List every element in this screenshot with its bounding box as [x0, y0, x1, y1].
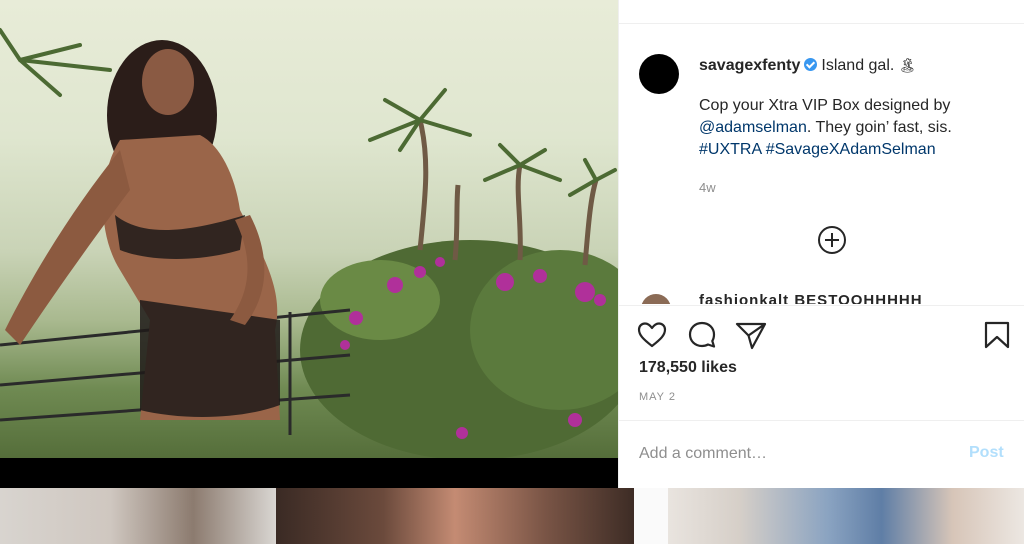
caption-line-2-rest: . They goin’ fast, sis.	[806, 119, 952, 136]
panel-header-area	[619, 0, 1024, 24]
comment-input[interactable]	[639, 442, 939, 466]
likes-count[interactable]: 178,550 likes	[639, 359, 737, 377]
more-posts-grid	[0, 488, 1024, 544]
hashtag-link-savagexadamselman[interactable]: #SavageXAdamSelman	[766, 141, 936, 158]
post-photo-art	[0, 28, 618, 458]
avatar[interactable]	[639, 54, 679, 94]
mention-link[interactable]: @adamselman	[699, 119, 807, 136]
bookmark-icon[interactable]	[983, 320, 1011, 350]
grid-thumbnail[interactable]	[276, 488, 634, 544]
island-emoji-icon: 🏝	[898, 57, 917, 73]
add-circle-icon[interactable]	[818, 226, 846, 254]
instagram-post-view: savagexfenty Island gal. 🏝 Cop your Xtra V…	[0, 0, 1024, 544]
hashtag-link-uxtra[interactable]: #UXTRA	[699, 141, 761, 158]
grid-thumbnail[interactable]	[668, 488, 1024, 544]
heart-icon[interactable]	[637, 320, 667, 350]
grid-thumbnail[interactable]	[0, 488, 276, 544]
divider	[619, 305, 1024, 306]
post-time-ago[interactable]: 4w	[699, 180, 716, 195]
post-date[interactable]: MAY 2	[639, 391, 676, 403]
photo-letterbox	[0, 458, 618, 488]
caption-line-3: #UXTRA #SavageXAdamSelman	[699, 139, 999, 161]
username-link[interactable]: savagexfenty	[699, 57, 800, 74]
post-comment-button[interactable]: Post	[969, 444, 1004, 462]
caption-gap	[699, 77, 999, 95]
caption-line-1: Cop your Xtra VIP Box designed by	[699, 97, 951, 114]
comment-avatar[interactable]	[641, 294, 671, 304]
post-photo[interactable]	[0, 0, 618, 458]
verified-badge-icon	[804, 58, 818, 71]
share-paper-plane-icon[interactable]	[735, 320, 767, 350]
caption-intro: Island gal.	[821, 57, 895, 74]
post-side-panel: savagexfenty Island gal. 🏝 Cop your Xtra V…	[618, 0, 1024, 488]
comment-text-partial: fashionkalt BESTOOHHHHH	[699, 292, 923, 304]
caption-line-2: @adamselman. They goin’ fast, sis.	[699, 117, 999, 139]
caption-header-line: savagexfenty Island gal. 🏝	[699, 54, 999, 77]
next-comment-peek: fashionkalt BESTOOHHHHH	[639, 290, 999, 304]
comment-bubble-icon[interactable]	[687, 320, 717, 350]
post-caption: savagexfenty Island gal. 🏝 Cop your Xtra V…	[699, 54, 999, 161]
divider	[619, 420, 1024, 421]
